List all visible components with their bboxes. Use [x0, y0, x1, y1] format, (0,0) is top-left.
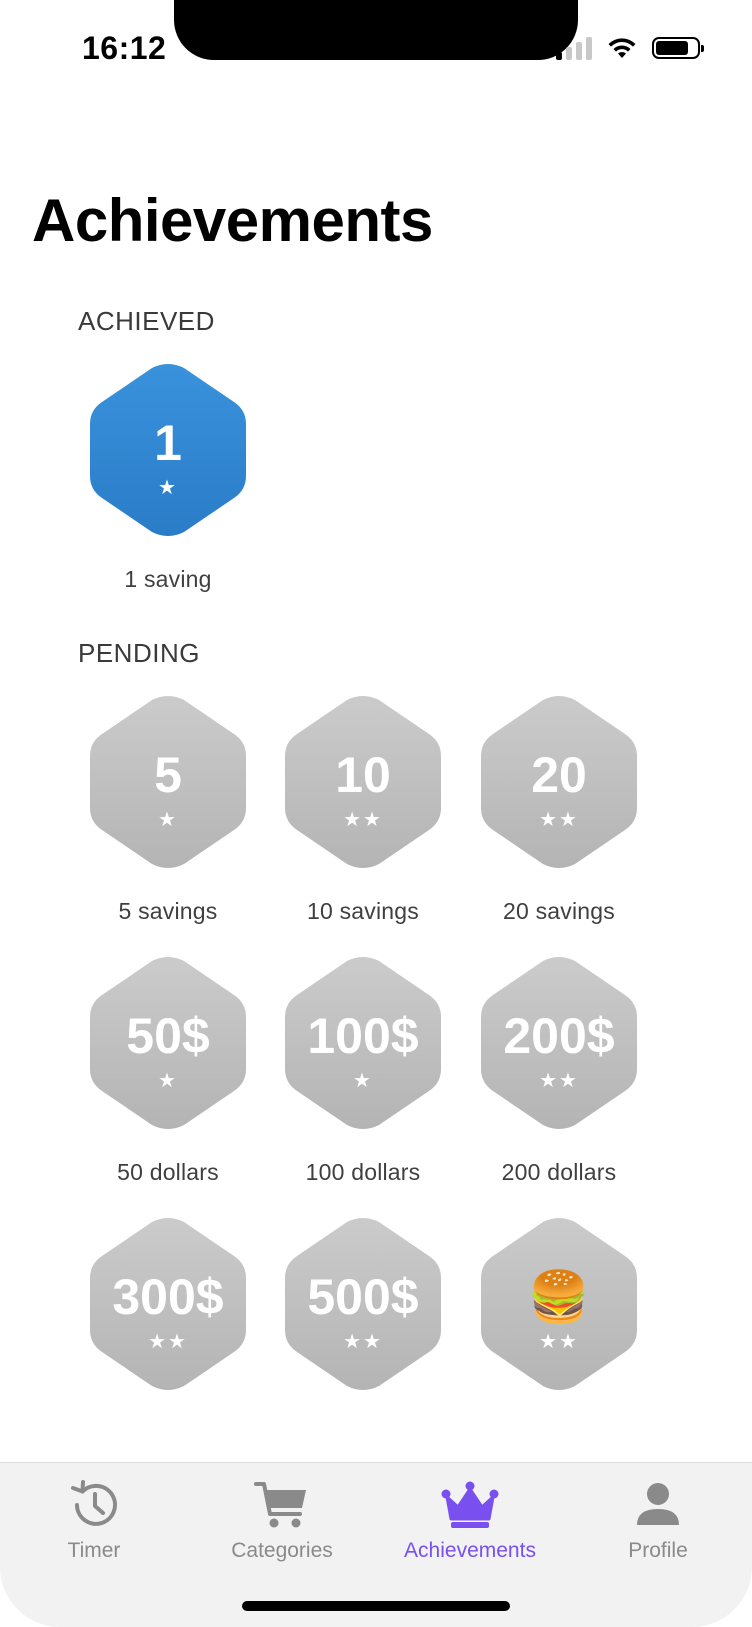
pending-badge[interactable]: 20 ★★ 20 savings: [474, 694, 644, 925]
tab-label: Categories: [231, 1539, 333, 1562]
badge-value: 5: [154, 747, 182, 803]
hexagon-badge-icon: 🍔 ★★: [479, 1216, 639, 1392]
history-icon: [71, 1480, 117, 1526]
tab-achievements[interactable]: Achievements: [376, 1477, 564, 1563]
achievement-badge[interactable]: 1 ★ 1 saving: [83, 362, 253, 593]
hexagon-badge-icon: 5 ★: [88, 694, 248, 870]
pending-badge[interactable]: 300$ ★★: [83, 1216, 253, 1392]
crown-icon: [441, 1481, 499, 1528]
pending-badge[interactable]: 🍔 ★★: [474, 1216, 644, 1392]
tab-bar: Timer Categories Achievements Profile: [0, 1462, 752, 1627]
badge-value: 50$: [126, 1008, 210, 1064]
badge-value: 100$: [307, 1008, 419, 1064]
badge-value: 300$: [112, 1269, 224, 1325]
badge-label: 50 dollars: [117, 1159, 219, 1185]
status-bar: 16:12: [0, 0, 752, 100]
hexagon-badge-icon: 200$ ★★: [479, 955, 639, 1131]
badge-label: 200 dollars: [501, 1159, 617, 1185]
page-title: Achievements: [32, 187, 433, 254]
hexagon-badge-icon: 1 ★: [88, 362, 248, 538]
badge-stars: ★: [353, 1070, 373, 1092]
badge-label: 10 savings: [307, 898, 419, 924]
badge-stars: ★★: [539, 1331, 579, 1353]
battery-icon: [652, 37, 704, 59]
wifi-icon: [608, 38, 636, 58]
person-icon: [637, 1483, 679, 1525]
tab-timer[interactable]: Timer: [0, 1477, 188, 1563]
badge-stars: ★: [158, 477, 178, 499]
badge-stars: ★★: [539, 1070, 579, 1092]
badge-label: 5 savings: [118, 898, 218, 924]
status-icons: [556, 36, 704, 60]
status-time: 16:12: [82, 30, 167, 66]
pending-badge[interactable]: 10 ★★ 10 savings: [278, 694, 448, 925]
hexagon-badge-icon: 20 ★★: [479, 694, 639, 870]
badge-label: 100 dollars: [305, 1159, 421, 1185]
badge-label: 20 savings: [503, 898, 615, 924]
badge-stars: ★★: [343, 809, 383, 831]
hexagon-badge-icon: 50$ ★: [88, 955, 248, 1131]
cellular-signal-icon: [556, 36, 592, 60]
badge-value: 10: [335, 747, 391, 803]
hexagon-badge-icon: 10 ★★: [283, 694, 443, 870]
badge-stars: ★★: [148, 1331, 188, 1353]
pending-badge[interactable]: 500$ ★★: [278, 1216, 448, 1392]
pending-badge[interactable]: 50$ ★ 50 dollars: [83, 955, 253, 1186]
tab-label: Achievements: [404, 1539, 536, 1562]
badge-value: 20: [531, 747, 587, 803]
badge-value: 200$: [503, 1008, 615, 1064]
tab-label: Profile: [628, 1539, 688, 1562]
badge-stars: ★★: [343, 1331, 383, 1353]
pending-badge[interactable]: 5 ★ 5 savings: [83, 694, 253, 925]
hexagon-badge-icon: 300$ ★★: [88, 1216, 248, 1392]
hexagon-badge-icon: 100$ ★: [283, 955, 443, 1131]
badge-value: 500$: [307, 1269, 419, 1325]
notch: [174, 0, 578, 60]
badge-stars: ★: [158, 809, 178, 831]
tab-categories[interactable]: Categories: [188, 1477, 376, 1563]
pending-badge[interactable]: 200$ ★★ 200 dollars: [474, 955, 644, 1186]
badge-stars: ★: [158, 1070, 178, 1092]
badge-stars: ★★: [539, 809, 579, 831]
badge-value: 1: [154, 415, 182, 471]
badge-label: 1 saving: [124, 566, 212, 592]
tab-label: Timer: [67, 1539, 121, 1562]
section-title-pending: PENDING: [78, 638, 200, 668]
tab-profile[interactable]: Profile: [564, 1477, 752, 1563]
cart-icon: [254, 1482, 306, 1528]
home-indicator: [242, 1601, 510, 1611]
pending-badge[interactable]: 100$ ★ 100 dollars: [278, 955, 448, 1186]
hexagon-badge-icon: 500$ ★★: [283, 1216, 443, 1392]
section-title-achieved: ACHIEVED: [78, 306, 215, 336]
badge-value: 🍔: [527, 1269, 591, 1325]
